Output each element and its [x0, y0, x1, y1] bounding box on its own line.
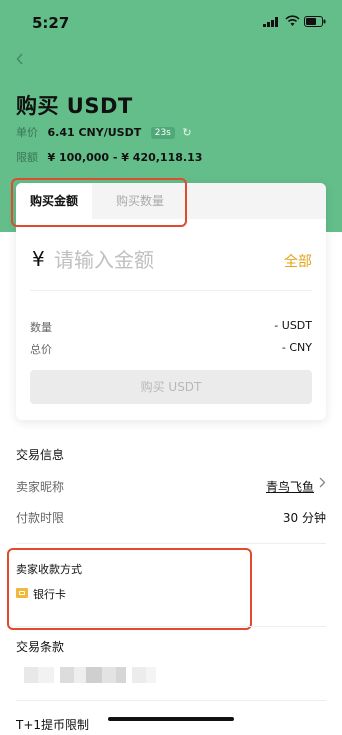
- buy-usdt-button[interactable]: 购买 USDT: [30, 370, 312, 404]
- limit-label: 限额: [16, 151, 38, 164]
- back-button[interactable]: [16, 50, 24, 69]
- status-bar: 5:27: [0, 0, 342, 44]
- limit-row: 限额 ¥ 100,000 - ¥ 420,118.13: [16, 149, 202, 165]
- screen: 5:27 购买 USDT 单价 6.41 CNY/USDT 23s ↻ 限额 ¥…: [0, 0, 342, 735]
- payment-time-row: 付款时限 30 分钟: [16, 509, 326, 526]
- trade-info-title: 交易信息: [16, 448, 65, 462]
- total-row: 总价 - CNY: [30, 341, 312, 357]
- seller-nickname-label: 卖家昵称: [16, 480, 65, 494]
- price-timer-badge: 23s: [150, 127, 175, 139]
- quantity-label: 数量: [30, 321, 52, 334]
- pixelated-terms-content: [24, 667, 164, 683]
- divider: [16, 700, 326, 701]
- chevron-left-icon: [16, 53, 23, 65]
- seller-nickname-link[interactable]: 青鸟飞鱼: [266, 478, 314, 495]
- withdraw-limit-title: T+1提币限制: [16, 718, 90, 732]
- all-button[interactable]: 全部: [284, 251, 312, 271]
- payment-time-label: 付款时限: [16, 511, 65, 525]
- cellular-signal-icon: [263, 17, 278, 27]
- unit-price-label: 单价: [16, 126, 38, 139]
- page-title: 购买 USDT: [16, 94, 133, 118]
- divider: [30, 290, 312, 291]
- amount-input[interactable]: [54, 245, 254, 275]
- unit-price-value: 6.41 CNY/USDT: [47, 126, 142, 139]
- currency-symbol: ¥: [32, 247, 45, 271]
- unit-price-row: 单价 6.41 CNY/USDT 23s ↻: [16, 124, 192, 140]
- quantity-row: 数量 - USDT: [30, 319, 312, 335]
- status-time: 5:27: [32, 14, 70, 32]
- total-label: 总价: [30, 343, 52, 356]
- refresh-icon[interactable]: ↻: [182, 126, 191, 139]
- tabs-highlight-box: [11, 178, 187, 227]
- divider: [16, 626, 326, 627]
- wifi-icon: [285, 15, 300, 26]
- payment-time-value: 30 分钟: [282, 511, 326, 525]
- divider: [16, 543, 326, 544]
- payment-methods-highlight-box: [7, 548, 252, 630]
- quantity-value: - USDT: [274, 319, 312, 332]
- seller-nickname-row[interactable]: 卖家昵称 青鸟飞鱼: [16, 477, 326, 495]
- total-value: - CNY: [281, 341, 312, 354]
- chevron-right-icon: [319, 477, 326, 492]
- trade-terms-title: 交易条款: [16, 640, 65, 654]
- limit-value: ¥ 100,000 - ¥ 420,118.13: [47, 151, 203, 164]
- home-indicator: [108, 717, 234, 721]
- battery-icon: [304, 16, 326, 27]
